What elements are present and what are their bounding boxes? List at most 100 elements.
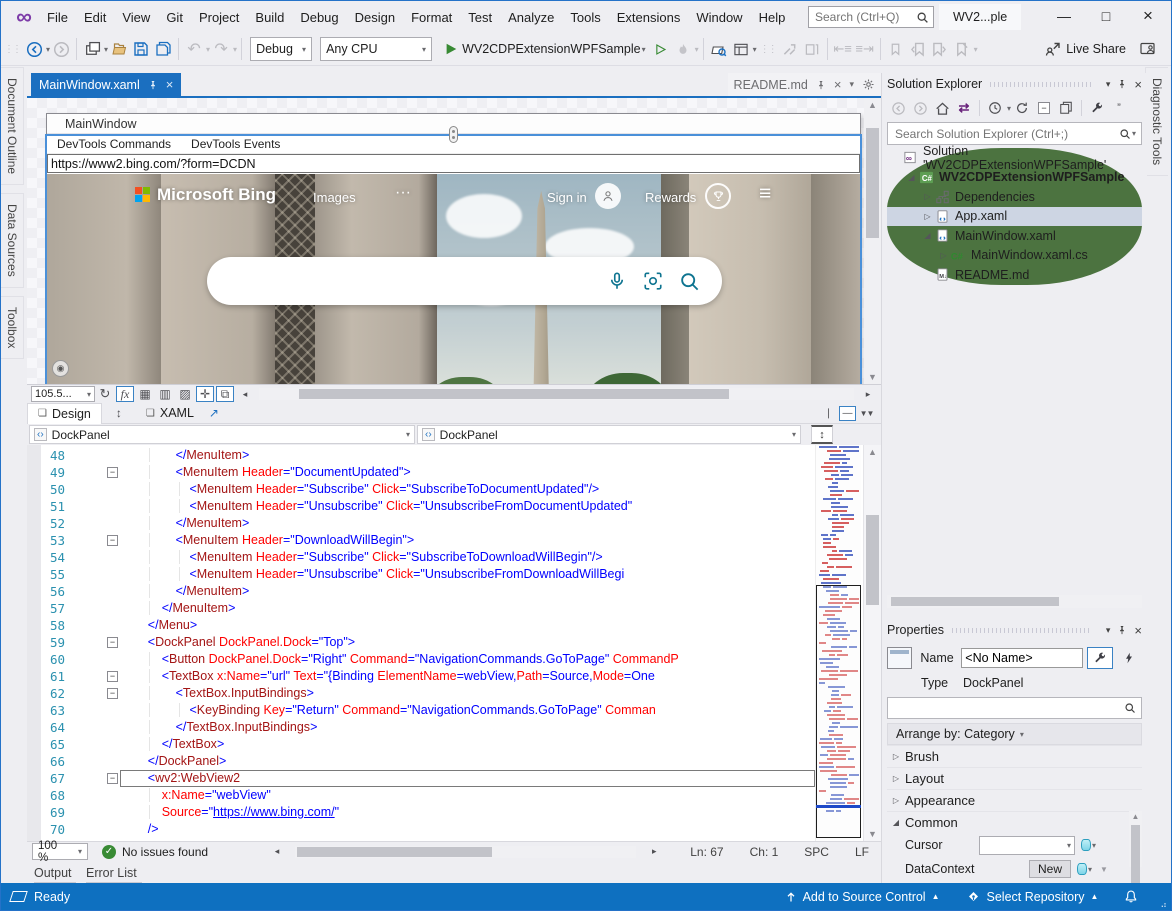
scroll-down-arrow[interactable]: ▼: [864, 829, 881, 839]
element-name-input[interactable]: [961, 648, 1083, 668]
tab-design[interactable]: ❏Design: [27, 403, 102, 424]
tree-item-wv2cdpextensionwpfsample[interactable]: ◢C#WV2CDPExtensionWPFSample: [887, 168, 1142, 188]
menu-devtools-events[interactable]: DevTools Events: [181, 137, 290, 151]
expander-expanded-icon[interactable]: ◢: [921, 231, 934, 240]
bing-search-input[interactable]: [229, 272, 607, 290]
expander-collapsed-icon[interactable]: ▷: [921, 212, 934, 221]
navigate-forward-button[interactable]: [51, 37, 71, 61]
tab-data-sources[interactable]: Data Sources: [1, 193, 24, 288]
add-to-source-control-button[interactable]: Add to Source Control▲: [785, 890, 940, 904]
feedback-person-icon[interactable]: [1137, 37, 1157, 61]
select-repository-button[interactable]: Select Repository▲: [966, 889, 1099, 904]
restart-app-button[interactable]: [802, 37, 822, 61]
breadcrumb-dockpanel-right[interactable]: ‹› DockPanel▾: [417, 425, 801, 444]
scroll-up-arrow[interactable]: ▲: [864, 447, 881, 457]
scroll-left-arrow[interactable]: ◂: [268, 844, 286, 860]
pin-icon[interactable]: [148, 79, 158, 91]
editor-vertical-scrollbar[interactable]: ▲ ▼: [863, 445, 881, 841]
undo-dropdown[interactable]: ▾: [206, 45, 210, 54]
tab-readme-md[interactable]: README.md: [734, 78, 808, 92]
expander-collapsed-icon[interactable]: ▷: [921, 192, 934, 201]
tab-document-outline[interactable]: Document Outline: [1, 67, 24, 185]
scrollbar-thumb[interactable]: [299, 389, 729, 399]
hot-reload-dropdown[interactable]: ▾: [695, 45, 699, 54]
tab-list-dropdown-icon[interactable]: ▾: [849, 79, 854, 90]
fold-collapse-icon[interactable]: −: [107, 637, 118, 648]
scrollbar-thumb[interactable]: [297, 847, 492, 857]
search-icon[interactable]: [679, 271, 700, 292]
snaplines-toggle-button[interactable]: ✛: [196, 386, 214, 402]
tree-item-mainwindow-xaml-cs[interactable]: ▷C#MainWindow.xaml.cs: [887, 246, 1142, 266]
category-layout[interactable]: ▷Layout: [887, 767, 1142, 789]
quick-search-box[interactable]: [808, 6, 934, 28]
tree-item-app-xaml[interactable]: ▷App.xaml: [887, 207, 1142, 227]
solution-horizontal-scrollbar[interactable]: [887, 595, 1142, 608]
design-surface[interactable]: MainWindow DevTools Commands DevTools Ev…: [27, 98, 881, 384]
expander-collapsed-icon[interactable]: ▷: [887, 796, 905, 805]
properties-search-input[interactable]: [893, 700, 1124, 717]
navigate-back-dropdown[interactable]: ▾: [46, 45, 50, 54]
new-project-button[interactable]: [82, 37, 102, 61]
redo-dropdown[interactable]: ▾: [233, 45, 237, 54]
issues-label[interactable]: No issues found: [122, 845, 208, 859]
property-marker-icon[interactable]: [1081, 839, 1091, 851]
scrollbar-thumb[interactable]: [866, 128, 879, 238]
new-project-dropdown[interactable]: ▾: [104, 45, 108, 54]
pin-icon[interactable]: [816, 79, 826, 91]
preview-selected-items-icon[interactable]: [1056, 98, 1076, 118]
tab-group-settings-gear-icon[interactable]: [862, 78, 875, 91]
solution-configuration-dropdown[interactable]: Debug▾: [250, 37, 312, 61]
forward-icon[interactable]: [910, 98, 930, 118]
hot-reload-button[interactable]: [673, 37, 693, 61]
solution-platform-dropdown[interactable]: Any CPU▾: [320, 37, 432, 61]
tree-item-solution-wv2cdpextensionwpfsample-[interactable]: ∞Solution 'WV2CDPExtensionWPFSample': [887, 148, 1142, 168]
solution-explorer-search-box[interactable]: ▾: [887, 122, 1142, 145]
vertical-split-button[interactable]: ❘: [820, 406, 837, 421]
fold-collapse-icon[interactable]: −: [107, 671, 118, 682]
snap-to-edges-button[interactable]: ⧉: [216, 386, 234, 402]
effects-toggle-button[interactable]: fx: [116, 386, 134, 402]
menu-test[interactable]: Test: [460, 6, 500, 29]
window-layout-button[interactable]: [731, 37, 751, 61]
bing-nav-images[interactable]: Images: [313, 190, 356, 205]
wpf-artboard-window[interactable]: MainWindow DevTools Commands DevTools Ev…: [46, 113, 861, 384]
design-vertical-scrollbar[interactable]: ▲ ▼: [864, 98, 881, 384]
toolbar-grip-2[interactable]: ⋮⋮: [760, 44, 776, 55]
fold-collapse-icon[interactable]: −: [107, 535, 118, 546]
bing-rewards[interactable]: Rewards: [645, 190, 696, 205]
menu-edit[interactable]: Edit: [76, 6, 114, 29]
popout-xaml-icon[interactable]: ↗: [205, 405, 223, 421]
notifications-bell-icon[interactable]: [1124, 889, 1138, 904]
toolbar-overflow-icon[interactable]: ”: [1109, 98, 1129, 118]
menu-analyze[interactable]: Analyze: [500, 6, 562, 29]
properties-wrench-button[interactable]: [1087, 647, 1112, 669]
window-layout-dropdown[interactable]: ▾: [753, 45, 757, 54]
datacontext-new-button[interactable]: New: [1029, 860, 1071, 878]
search-options-dropdown[interactable]: ▾: [1132, 129, 1136, 138]
snap-to-grid-icon[interactable]: ▥: [156, 386, 174, 402]
menu-view[interactable]: View: [114, 6, 158, 29]
pending-changes-filter-icon[interactable]: [985, 98, 1005, 118]
close-button[interactable]: ×: [1127, 1, 1169, 31]
menu-extensions[interactable]: Extensions: [609, 6, 689, 29]
menu-debug[interactable]: Debug: [292, 6, 346, 29]
save-button[interactable]: [131, 37, 151, 61]
sync-with-active-document-icon[interactable]: ⇄: [954, 98, 974, 118]
swap-panes-icon[interactable]: ↕: [110, 405, 128, 421]
swap-split-button[interactable]: ↕: [811, 425, 833, 444]
rewards-trophy-icon[interactable]: [705, 183, 731, 209]
bing-search-bar[interactable]: [207, 257, 722, 305]
increase-indent-button[interactable]: ≡⇥: [855, 37, 875, 61]
close-panel-icon[interactable]: ×: [1134, 77, 1142, 92]
selection-anchor-handle[interactable]: [449, 126, 458, 143]
pin-icon[interactable]: [1117, 624, 1127, 636]
start-without-debugging-button[interactable]: [651, 37, 671, 61]
category-common[interactable]: ◢Common: [887, 811, 1142, 833]
menu-help[interactable]: Help: [751, 6, 794, 29]
expander-collapsed-icon[interactable]: ▷: [887, 774, 905, 783]
panel-menu-dropdown-icon[interactable]: ▾: [1106, 625, 1111, 636]
back-icon[interactable]: [888, 98, 908, 118]
events-lightning-button[interactable]: [1117, 647, 1142, 669]
expander-expanded-icon[interactable]: ◢: [887, 818, 905, 827]
expander-collapsed-icon[interactable]: ▷: [937, 251, 950, 260]
